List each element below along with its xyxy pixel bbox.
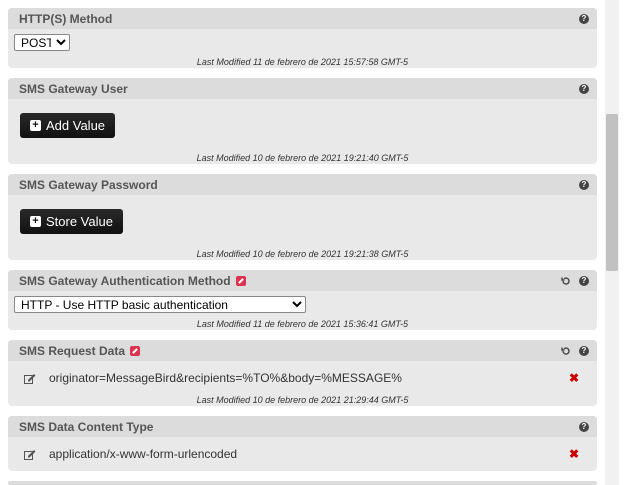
- auth-method-select[interactable]: HTTP - Use HTTP basic authentication: [14, 296, 306, 313]
- help-icon[interactable]: ?: [579, 179, 589, 190]
- panel-header: SMS Request Data ?: [8, 340, 597, 361]
- panel-title: SMS Gateway Password: [19, 177, 158, 192]
- panel-http-method: HTTP(S) Method ? POST Last Modified 11 d…: [8, 8, 597, 68]
- edit-icon[interactable]: [24, 373, 36, 384]
- scrollbar-thumb[interactable]: [606, 114, 618, 271]
- content-type-value: application/x-www-form-urlencoded: [49, 447, 238, 461]
- button-label: Store Value: [46, 214, 113, 229]
- plus-square-icon: +: [30, 120, 41, 131]
- panel-title: SMS Data Content Type: [19, 419, 154, 434]
- panel-header: HTTP(S) Method ?: [8, 8, 597, 29]
- scrollbar[interactable]: [605, 0, 619, 485]
- panel-auth-method: SMS Gateway Authentication Method ? HTTP…: [8, 270, 597, 330]
- panel-gateway-user: SMS Gateway User ? + Add Value Last Modi…: [8, 78, 597, 164]
- help-icon[interactable]: ?: [579, 83, 589, 94]
- plus-square-icon: +: [30, 216, 41, 227]
- method-select[interactable]: POST: [14, 34, 70, 51]
- help-icon[interactable]: ?: [579, 275, 589, 286]
- value-row: application/x-www-form-urlencoded ✖: [8, 444, 597, 464]
- delete-icon[interactable]: ✖: [569, 371, 579, 385]
- button-label: Add Value: [46, 118, 106, 133]
- panel-request-data: SMS Request Data ? originator=MessageBir…: [8, 340, 597, 406]
- panel-title: HTTP(S) Method: [19, 11, 113, 26]
- last-modified: Last Modified 11 de febrero de 2021 15:5…: [196, 57, 409, 67]
- panel-title: SMS Gateway User: [19, 81, 128, 96]
- help-icon[interactable]: ?: [579, 421, 589, 432]
- panel-header: SMS Gateway User ?: [8, 78, 597, 99]
- delete-icon[interactable]: ✖: [569, 447, 579, 461]
- panel-header: SMS Gateway Password ?: [8, 174, 597, 195]
- modified-edit-icon: [235, 275, 246, 286]
- revert-icon[interactable]: [561, 276, 571, 286]
- last-modified: Last Modified 10 de febrero de 2021 19:2…: [196, 249, 409, 259]
- edit-icon[interactable]: [24, 449, 36, 460]
- panel-title: SMS Gateway Authentication Method: [19, 273, 231, 288]
- last-modified: Last Modified 10 de febrero de 2021 21:2…: [196, 395, 409, 405]
- last-modified: Last Modified 11 de febrero de 2021 15:3…: [196, 319, 409, 329]
- panel-header: SMS Data Content Type ?: [8, 416, 597, 437]
- help-icon[interactable]: ?: [579, 345, 589, 356]
- help-icon[interactable]: ?: [579, 13, 589, 24]
- add-value-button[interactable]: + Add Value: [20, 113, 116, 138]
- panel-gateway-password: SMS Gateway Password ? + Store Value Las…: [8, 174, 597, 260]
- last-modified: Last Modified 10 de febrero de 2021 19:2…: [196, 153, 409, 163]
- modified-edit-icon: [130, 345, 141, 356]
- panel-next: [8, 481, 597, 485]
- panel-title: SMS Request Data: [19, 343, 126, 358]
- value-row: originator=MessageBird&recipients=%TO%&b…: [8, 368, 597, 388]
- request-data-value: originator=MessageBird&recipients=%TO%&b…: [49, 371, 402, 385]
- panel-content-type: SMS Data Content Type ? application/x-ww…: [8, 416, 597, 471]
- store-value-button[interactable]: + Store Value: [20, 209, 123, 234]
- revert-icon[interactable]: [561, 346, 571, 356]
- panel-header: SMS Gateway Authentication Method ?: [8, 270, 597, 291]
